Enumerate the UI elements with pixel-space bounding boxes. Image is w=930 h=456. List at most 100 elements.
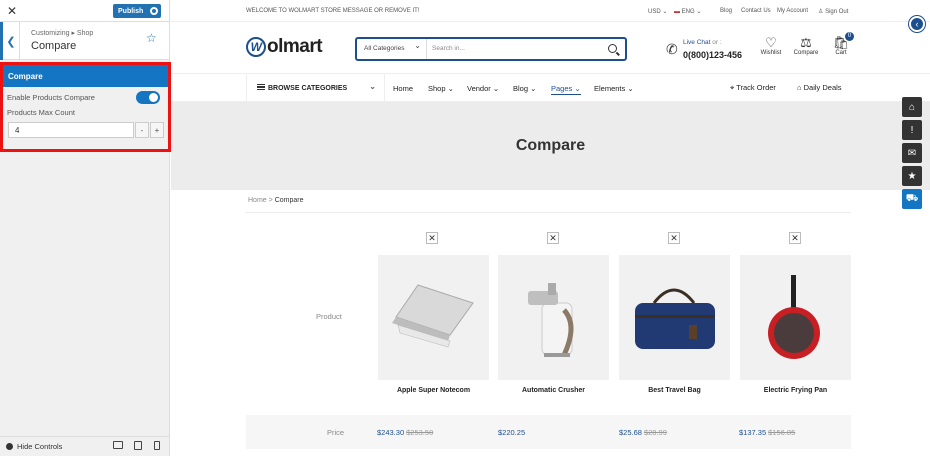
product-name[interactable]: Best Travel Bag	[619, 387, 730, 394]
product-name[interactable]: Automatic Crusher	[498, 387, 609, 394]
remove-product-button[interactable]: ✕	[426, 232, 438, 244]
live-chat-link[interactable]: Live Chat or :	[683, 39, 722, 46]
phone-icon: ✆	[666, 41, 678, 57]
nav-elements-label: Elements	[594, 84, 626, 93]
current-price: $25.68	[619, 428, 642, 437]
back-button[interactable]: ❮	[0, 22, 20, 60]
user-icon: ♙	[818, 9, 824, 15]
collapse-sidebar-button[interactable]: ‹	[909, 16, 925, 32]
current-price: $220.25	[498, 428, 526, 437]
chevron-left-icon: ‹	[915, 19, 919, 29]
product-image[interactable]	[378, 255, 489, 380]
search-input[interactable]: Search in...	[432, 45, 465, 52]
nav-vendor[interactable]: Vendor ⌄	[467, 84, 499, 93]
compare-button[interactable]: ⚖ Compare	[791, 35, 821, 57]
nav-shop[interactable]: Shop ⌄	[428, 84, 454, 93]
publish-label: Publish	[118, 7, 144, 15]
daily-deals-link[interactable]: ⌂ Daily Deals	[797, 83, 842, 92]
enable-compare-toggle[interactable]	[136, 91, 160, 104]
max-count-input[interactable]: 4	[8, 122, 134, 138]
topbar-link-blog[interactable]: Blog	[720, 8, 732, 14]
crusher-image	[528, 283, 574, 357]
frying-pan-image	[768, 275, 820, 359]
gear-icon[interactable]	[150, 7, 158, 15]
star-icon[interactable]: ☆	[146, 31, 157, 45]
heart-icon: ♡	[765, 35, 777, 50]
product-image[interactable]	[740, 255, 851, 380]
hide-controls-button[interactable]: Hide Controls	[6, 442, 62, 451]
page-title: Compare	[515, 137, 586, 154]
increment-button[interactable]: +	[150, 122, 164, 138]
nav-pages[interactable]: Pages ⌄	[551, 84, 581, 95]
track-order-label: Track Order	[736, 83, 776, 92]
current-price: $137.35	[739, 428, 767, 437]
info-icon[interactable]: !	[902, 120, 922, 140]
live-chat-label: Live Chat	[683, 39, 711, 46]
hide-controls-label: Hide Controls	[17, 442, 63, 451]
desktop-preview-icon[interactable]	[113, 441, 123, 449]
cart-label: Cart	[835, 50, 847, 56]
cart-button[interactable]: 🛍 0 Cart	[826, 32, 856, 56]
customizer-breadcrumb: Customizing ▸ Shop	[31, 30, 94, 37]
customizer-section-header: ❮ Customizing ▸ Shop Compare ☆	[0, 22, 169, 60]
breadcrumb-current: Compare	[274, 197, 304, 204]
topbar-link-contact[interactable]: Contact Us	[741, 8, 771, 14]
browse-label: BROWSE CATEGORIES	[268, 85, 348, 92]
top-bar: WELCOME TO WOLMART STORE MESSAGE OR REMO…	[171, 0, 930, 22]
breadcrumb-separator: >	[268, 197, 273, 204]
star-icon[interactable]: ★	[902, 166, 922, 186]
wishlist-button[interactable]: ♡ Wishlist	[756, 35, 786, 57]
decrement-button[interactable]: -	[135, 122, 149, 138]
nav-elements[interactable]: Elements ⌄	[594, 84, 634, 93]
cart-icon[interactable]: ⛟	[902, 189, 922, 209]
product-image[interactable]	[498, 255, 609, 380]
product-row-label: Product	[316, 312, 342, 321]
browse-categories-button[interactable]: BROWSE CATEGORIES ⌄	[246, 74, 385, 101]
nav-home[interactable]: Home	[393, 84, 413, 93]
flag-icon: ▬	[674, 9, 680, 15]
welcome-message: WELCOME TO WOLMART STORE MESSAGE OR REMO…	[246, 8, 420, 14]
page-banner: Compare	[171, 102, 930, 190]
language-select[interactable]: ▬ ENG ⌄	[674, 8, 701, 15]
travel-bag-image	[635, 288, 715, 349]
chevron-down-icon: ⌄	[369, 82, 376, 91]
search-category-select[interactable]: All Categories	[357, 39, 427, 59]
customizer-topbar: ✕ Publish	[0, 0, 169, 22]
max-count-label: Products Max Count	[7, 108, 75, 117]
product-name[interactable]: Apple Super Notecom	[378, 387, 489, 394]
topbar-link-account[interactable]: My Account	[777, 8, 808, 14]
publish-button[interactable]: Publish	[113, 4, 161, 18]
tag-icon: ⌂	[797, 83, 802, 92]
site-logo[interactable]: Wolmart	[246, 36, 323, 58]
max-count-row: 4 - +	[3, 121, 168, 143]
mobile-preview-icon[interactable]	[154, 441, 160, 450]
chat-icon[interactable]: ✉	[902, 143, 922, 163]
nav-blog[interactable]: Blog ⌄	[513, 84, 536, 93]
remove-product-button[interactable]: ✕	[547, 232, 559, 244]
language-value: ENG	[681, 9, 695, 15]
product-image[interactable]	[619, 255, 730, 380]
track-order-link[interactable]: ⌖ Track Order	[730, 83, 776, 93]
product-name[interactable]: Electric Frying Pan	[740, 387, 851, 394]
breadcrumb-home[interactable]: Home	[248, 197, 267, 204]
currency-value: USD	[648, 9, 661, 15]
main-nav: BROWSE CATEGORIES ⌄ Home Shop ⌄ Vendor ⌄…	[171, 74, 930, 102]
home-icon[interactable]: ⌂	[902, 97, 922, 117]
topbar-link-signout[interactable]: ♙ Sign Out	[818, 8, 848, 15]
close-icon[interactable]: ✕	[7, 4, 17, 18]
remove-product-button[interactable]: ✕	[668, 232, 680, 244]
nav-pages-label: Pages	[551, 84, 573, 93]
max-count-label-row: Products Max Count	[3, 107, 168, 121]
enable-compare-label: Enable Products Compare	[7, 93, 95, 102]
current-price: $243.30	[377, 428, 405, 437]
tablet-preview-icon[interactable]	[134, 441, 142, 450]
signout-label: Sign Out	[825, 9, 849, 15]
currency-select[interactable]: USD ⌄	[648, 8, 667, 15]
logo-mark: W	[246, 37, 266, 57]
nav-blog-label: Blog	[513, 84, 529, 93]
remove-product-button[interactable]: ✕	[789, 232, 801, 244]
old-price: $28.99	[643, 428, 667, 437]
search-icon[interactable]	[608, 44, 617, 53]
laptop-image	[392, 284, 474, 348]
scale-icon: ⚖	[800, 35, 812, 50]
